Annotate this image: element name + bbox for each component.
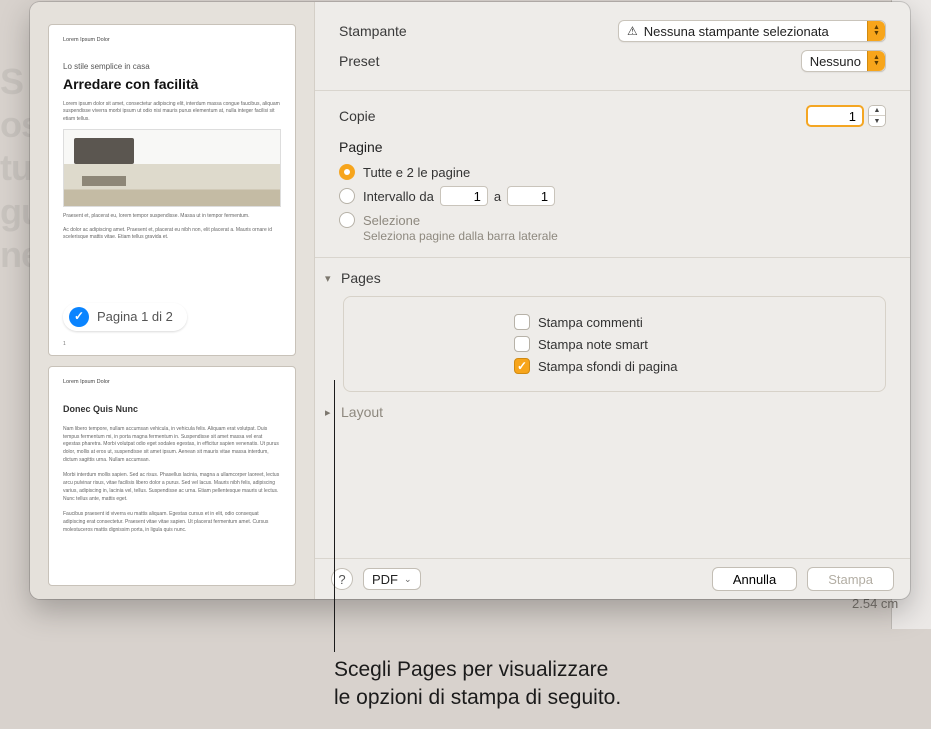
doc-caption: Praesent et, placerat eu, lorem tempor s… <box>63 213 281 221</box>
print-dialog: Lorem Ipsum Dolor Lo stile semplice in c… <box>30 2 910 599</box>
copies-input[interactable] <box>806 105 864 127</box>
warning-icon: ⚠ <box>627 24 638 38</box>
popup-arrows-icon: ▲▼ <box>867 21 885 41</box>
opt-notes-label: Stampa note smart <box>538 337 648 352</box>
pdf-label: PDF <box>372 572 398 587</box>
radio-icon <box>339 164 355 180</box>
printer-popup[interactable]: ⚠ Nessuna stampante selezionata ▲▼ <box>618 20 886 42</box>
range-to-input[interactable] <box>507 186 555 206</box>
stepper-down-icon[interactable]: ▼ <box>869 116 885 126</box>
stepper-up-icon[interactable]: ▲ <box>869 106 885 116</box>
checkbox-icon <box>514 314 530 330</box>
preset-label: Preset <box>339 53 379 69</box>
radio-all-label: Tutte e 2 le pagine <box>363 165 470 180</box>
range-separator: a <box>494 189 501 204</box>
opt-comments-label: Stampa commenti <box>538 315 643 330</box>
copies-stepper[interactable]: ▲ ▼ <box>868 105 886 127</box>
page-thumbnail-2[interactable]: Lorem Ipsum Dolor Donec Quis Nunc Nam li… <box>48 366 296 586</box>
chevron-down-icon: ▾ <box>325 272 335 285</box>
opt-backgrounds-label: Stampa sfondi di pagina <box>538 359 677 374</box>
radio-selection[interactable]: Selezione <box>339 209 886 231</box>
doc-body-preview: Lorem ipsum dolor sit amet, consectetur … <box>63 101 281 124</box>
printer-value: Nessuna stampante selezionata <box>644 24 867 39</box>
doc-title: Arredare con facilità <box>63 75 281 93</box>
pages-group-label: Pagine <box>339 139 886 155</box>
dialog-footer: ? PDF ⌄ Annulla Stampa <box>315 558 910 599</box>
page-number: 1 <box>63 341 66 348</box>
printer-section: Stampante ⚠ Nessuna stampante selezionat… <box>315 2 910 91</box>
checkbox-icon <box>514 358 530 374</box>
chevron-down-icon: ⌄ <box>404 574 412 585</box>
checkbox-comments[interactable]: Stampa commenti <box>514 311 857 333</box>
copies-pages-section: Copie ▲ ▼ Pagine Tutte e 2 le pagine Int… <box>315 91 910 258</box>
print-options-panel: Stampante ⚠ Nessuna stampante selezionat… <box>315 2 910 599</box>
pages-disclosure[interactable]: ▾ Pages <box>319 266 886 290</box>
layout-disclosure[interactable]: ▸ Layout <box>319 400 886 424</box>
doc-subtitle-2: Donec Quis Nunc <box>63 404 281 416</box>
doc-body-preview-3: Nam libero tempore, nullam accumsan vehi… <box>63 426 281 535</box>
page-badge-label: Pagina 1 di 2 <box>97 309 173 326</box>
doc-body-preview-2: Ac dolor ac adipiscing amet. Praesent et… <box>63 227 281 242</box>
preset-popup[interactable]: Nessuno ▲▼ <box>801 50 886 72</box>
cancel-button[interactable]: Annulla <box>712 567 797 591</box>
help-icon: ? <box>338 572 345 587</box>
radio-all-pages[interactable]: Tutte e 2 le pagine <box>339 161 886 183</box>
radio-icon <box>339 212 355 228</box>
doc-hero-image <box>63 129 281 207</box>
checkmark-icon: ✓ <box>69 307 89 327</box>
page-selection-badge[interactable]: ✓ Pagina 1 di 2 <box>63 303 187 331</box>
print-button[interactable]: Stampa <box>807 567 894 591</box>
doc-header-2: Lorem Ipsum Dolor <box>63 379 281 386</box>
popup-arrows-icon: ▲▼ <box>867 51 885 71</box>
checkbox-icon <box>514 336 530 352</box>
radio-selection-label: Selezione <box>363 213 420 228</box>
checkbox-backgrounds[interactable]: Stampa sfondi di pagina <box>514 355 857 377</box>
page-thumbnail-1[interactable]: Lorem Ipsum Dolor Lo stile semplice in c… <box>48 24 296 356</box>
pdf-menu-button[interactable]: PDF ⌄ <box>363 568 421 590</box>
printer-label: Stampante <box>339 23 407 39</box>
radio-range[interactable]: Intervallo da a <box>339 183 886 209</box>
preset-value: Nessuno <box>810 54 867 69</box>
pages-options-box: Stampa commenti Stampa note smart Stampa… <box>343 296 886 392</box>
doc-header: Lorem Ipsum Dolor <box>63 37 281 44</box>
doc-kicker: Lo stile semplice in casa <box>63 62 281 72</box>
copies-label: Copie <box>339 108 376 124</box>
callout-leader-line <box>334 380 335 652</box>
range-from-input[interactable] <box>440 186 488 206</box>
selection-hint: Seleziona pagine dalla barra laterale <box>339 229 886 243</box>
radio-icon <box>339 188 355 204</box>
layout-section-title: Layout <box>341 404 383 420</box>
page-preview-sidebar[interactable]: Lorem Ipsum Dolor Lo stile semplice in c… <box>30 2 315 599</box>
range-label: Intervallo da <box>363 189 434 204</box>
callout-text: Scegli Pages per visualizzare le opzioni… <box>334 656 621 713</box>
app-options-area: ▾ Pages Stampa commenti Stampa note smar… <box>315 258 910 424</box>
checkbox-smart-notes[interactable]: Stampa note smart <box>514 333 857 355</box>
pages-section-title: Pages <box>341 270 381 286</box>
